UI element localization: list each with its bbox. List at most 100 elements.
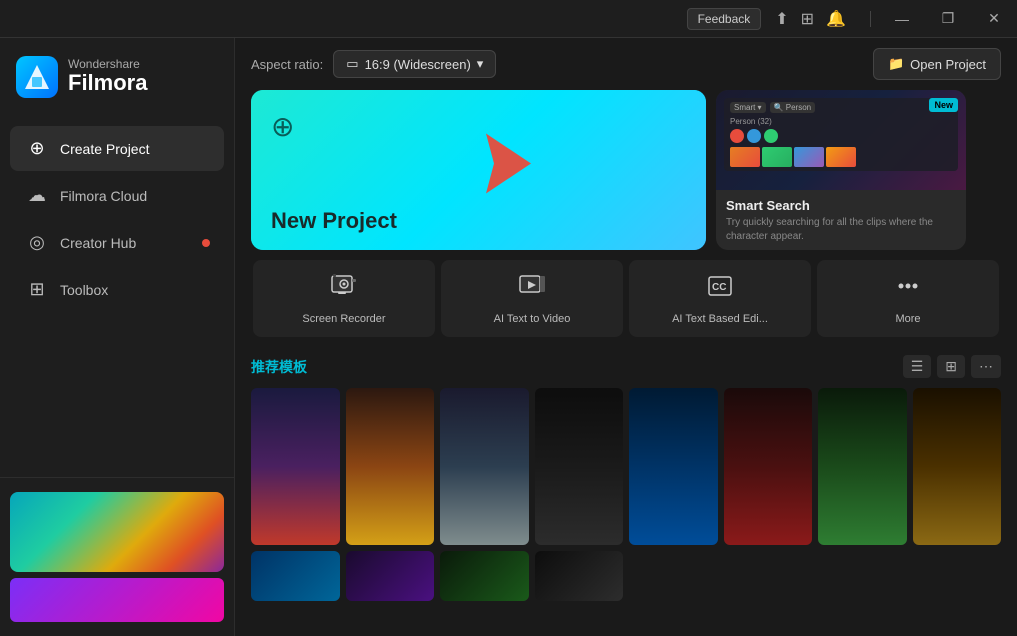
template-thumb-2[interactable] xyxy=(346,388,435,545)
feedback-button[interactable]: Feedback xyxy=(687,8,762,30)
smart-tag: Smart ▾ xyxy=(730,102,766,113)
template-image-4 xyxy=(535,388,624,545)
minimize-button[interactable]: — xyxy=(879,0,925,38)
thumb-image xyxy=(10,492,224,572)
content-area: Aspect ratio: ▭ 16:9 (Widescreen) ▾ 📁 Op… xyxy=(235,38,1017,636)
screen-recorder-icon xyxy=(330,272,358,307)
template-thumb-4[interactable] xyxy=(535,388,624,545)
close-button[interactable]: ✕ xyxy=(971,0,1017,38)
hero-section: ⊕ New Project Smart ▾ 🔍 Person xyxy=(235,90,1017,250)
ai-text-based-edit-card[interactable]: CC AI Text Based Edi... xyxy=(629,260,811,337)
sidebar-item-creator-hub[interactable]: ◎ Creator Hub xyxy=(10,220,224,265)
smart-search-card[interactable]: Smart ▾ 🔍 Person Person (32) xyxy=(716,90,966,250)
template-image-5 xyxy=(629,388,718,545)
ai-text-based-edit-icon: CC xyxy=(706,272,734,307)
title-bar: Feedback ⬆ ⊞ 🔔 — ❐ ✕ xyxy=(0,0,1017,38)
template-thumb-5[interactable] xyxy=(629,388,718,545)
template-image-6 xyxy=(724,388,813,545)
sidebar-item-create-project[interactable]: ⊕ Create Project xyxy=(10,126,224,171)
sidebar-item-filmora-cloud[interactable]: ☁ Filmora Cloud xyxy=(10,173,224,218)
arrow-decoration xyxy=(466,129,536,212)
screen-recorder-label: Screen Recorder xyxy=(302,313,385,325)
screen-recorder-card[interactable]: Screen Recorder xyxy=(253,260,435,337)
plus-icon: ⊕ xyxy=(271,110,294,143)
ai-text-to-video-label: AI Text to Video xyxy=(494,313,571,325)
sidebar-item-label: Toolbox xyxy=(60,282,108,298)
folder-icon: 📁 xyxy=(888,56,904,72)
app-name: Filmora xyxy=(68,70,147,96)
templates-grid xyxy=(251,388,1001,545)
template-image-8 xyxy=(913,388,1002,545)
svg-text:CC: CC xyxy=(712,282,726,293)
smart-card-info: Smart Search Try quickly searching for a… xyxy=(716,190,966,250)
templates-header: 推荐模板 ☰ ⊞ ⋯ xyxy=(251,355,1001,378)
brand-name: Wondershare xyxy=(68,58,147,70)
upload-icon[interactable]: ⬆ xyxy=(775,9,788,29)
grid-icon[interactable]: ⊞ xyxy=(801,9,814,29)
templates-actions: ☰ ⊞ ⋯ xyxy=(903,355,1001,378)
mini-thumb-4 xyxy=(826,147,856,167)
aspect-ratio-value: 16:9 (Widescreen) xyxy=(365,57,471,72)
bell-icon[interactable]: 🔔 xyxy=(826,9,846,29)
template-thumb-1[interactable] xyxy=(251,388,340,545)
sidebar-item-label: Creator Hub xyxy=(60,235,136,251)
screen-icon: ▭ xyxy=(346,56,358,72)
template-image-7 xyxy=(818,388,907,545)
recent-project-thumb-2[interactable] xyxy=(10,578,224,622)
more-card[interactable]: More xyxy=(817,260,999,337)
templates-row-2 xyxy=(251,551,1001,601)
ai-text-to-video-icon xyxy=(518,272,546,307)
template-thumb-3[interactable] xyxy=(440,388,529,545)
logo-text: Wondershare Filmora xyxy=(68,58,147,96)
window-controls: — ❐ ✕ xyxy=(879,0,1017,38)
sidebar-item-label: Filmora Cloud xyxy=(60,188,147,204)
sidebar-item-toolbox[interactable]: ⊞ Toolbox xyxy=(10,267,224,312)
title-divider xyxy=(870,11,871,27)
filmora-cloud-icon: ☁ xyxy=(26,185,48,206)
new-project-label: New Project xyxy=(271,208,686,234)
aspect-ratio-label: Aspect ratio: xyxy=(251,57,323,72)
toolbox-icon: ⊞ xyxy=(26,279,48,300)
recent-projects xyxy=(0,477,234,636)
ai-text-based-edit-label: AI Text Based Edi... xyxy=(672,313,768,325)
template-wide-4[interactable] xyxy=(535,551,624,601)
more-label: More xyxy=(895,313,920,325)
recent-project-thumb-1[interactable] xyxy=(10,492,224,572)
template-image-3 xyxy=(440,388,529,545)
main-layout: Wondershare Filmora ⊕ Create Project ☁ F… xyxy=(0,38,1017,636)
ai-text-to-video-card[interactable]: AI Text to Video xyxy=(441,260,623,337)
new-project-card[interactable]: ⊕ New Project xyxy=(251,90,706,250)
smart-card-preview: Smart ▾ 🔍 Person Person (32) xyxy=(716,90,966,190)
template-wide-1[interactable] xyxy=(251,551,340,601)
creator-hub-icon: ◎ xyxy=(26,232,48,253)
template-thumb-6[interactable] xyxy=(724,388,813,545)
more-icon xyxy=(894,272,922,307)
templates-list-view-button[interactable]: ☰ xyxy=(903,355,932,378)
template-wide-3[interactable] xyxy=(440,551,529,601)
logo-area: Wondershare Filmora xyxy=(0,38,234,116)
templates-title: 推荐模板 xyxy=(251,357,903,377)
template-wide-2[interactable] xyxy=(346,551,435,601)
aspect-ratio-select[interactable]: ▭ 16:9 (Widescreen) ▾ xyxy=(333,50,496,78)
open-project-button[interactable]: 📁 Open Project xyxy=(873,48,1001,80)
open-project-label: Open Project xyxy=(910,57,986,72)
notification-dot xyxy=(202,239,210,247)
new-badge: New xyxy=(929,98,958,112)
templates-section: 推荐模板 ☰ ⊞ ⋯ xyxy=(235,347,1017,636)
template-thumb-7[interactable] xyxy=(818,388,907,545)
sidebar-item-label: Create Project xyxy=(60,141,149,157)
mini-thumb-2 xyxy=(762,147,792,167)
nav-items: ⊕ Create Project ☁ Filmora Cloud ◎ Creat… xyxy=(0,116,234,477)
mini-thumb-3 xyxy=(794,147,824,167)
create-project-icon: ⊕ xyxy=(26,138,48,159)
person-tag: 🔍 Person xyxy=(770,102,816,113)
chevron-down-icon: ▾ xyxy=(477,56,484,72)
template-image-1 xyxy=(251,388,340,545)
template-thumb-8[interactable] xyxy=(913,388,1002,545)
maximize-button[interactable]: ❐ xyxy=(925,0,971,38)
templates-grid-view-button[interactable]: ⊞ xyxy=(937,355,965,378)
templates-options-button[interactable]: ⋯ xyxy=(971,355,1001,378)
smart-search-ui: Smart ▾ 🔍 Person Person (32) xyxy=(724,98,958,171)
feature-cards: Screen Recorder AI Text to Video xyxy=(235,250,1017,347)
smart-search-title: Smart Search xyxy=(726,198,956,213)
